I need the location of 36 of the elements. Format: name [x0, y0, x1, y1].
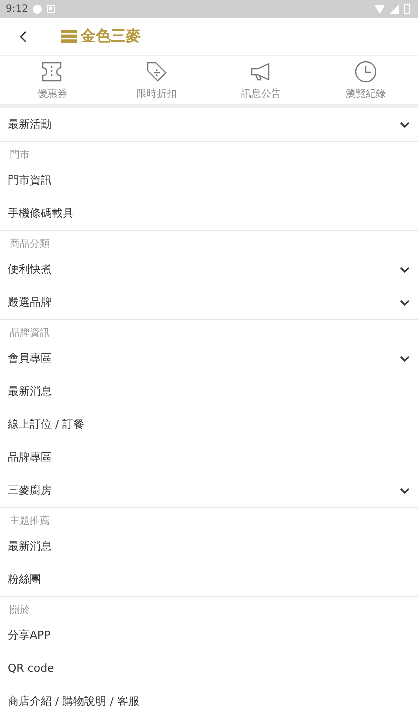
- menu-item[interactable]: 最新活動: [0, 108, 418, 141]
- tag-icon: [144, 60, 169, 84]
- logo-bars-icon: [61, 30, 77, 43]
- section-title: 主題推薦: [9, 514, 51, 529]
- clock-icon: [354, 60, 378, 84]
- menu-item[interactable]: 三麥廚房: [0, 474, 418, 507]
- dot-icon: [33, 4, 42, 14]
- section-title: 品牌資訊: [9, 326, 51, 341]
- status-time: 9:12: [6, 4, 28, 14]
- menu-item[interactable]: 最新消息: [0, 530, 418, 563]
- menu-item[interactable]: 會員專區: [0, 342, 418, 375]
- section-title: 關於: [9, 604, 31, 618]
- menu-item[interactable]: 最新消息: [0, 375, 418, 408]
- menu-item[interactable]: QR code: [0, 652, 418, 685]
- menu-item[interactable]: 手機條碼載具: [0, 197, 418, 230]
- menu-item[interactable]: 門市資訊: [0, 164, 418, 197]
- battery-icon: [404, 4, 410, 14]
- menu-item[interactable]: 線上訂位 / 訂餐: [0, 408, 418, 441]
- signal-icon: [390, 4, 399, 14]
- wifi-icon: [375, 4, 385, 14]
- ticket-icon: [40, 60, 64, 84]
- notification-icon: [47, 5, 56, 13]
- menu-item[interactable]: 商店介紹 / 購物說明 / 客服: [0, 685, 418, 710]
- menu-item[interactable]: 分享APP: [0, 619, 418, 652]
- brand-name: 金色三麥: [81, 27, 141, 46]
- section-title: 商品分類: [9, 238, 51, 252]
- shortcut-button[interactable]: 限時折扣: [104, 56, 209, 104]
- section-title: 門市: [9, 148, 31, 163]
- shortcut-button[interactable]: 優惠券: [0, 56, 104, 104]
- menu-item[interactable]: 粉絲團: [0, 563, 418, 596]
- menu-item[interactable]: 嚴選品牌: [0, 286, 418, 319]
- shortcut-button[interactable]: 訊息公告: [209, 56, 314, 104]
- menu-item[interactable]: 品牌專區: [0, 441, 418, 474]
- shortcut-button[interactable]: 瀏覽紀錄: [314, 56, 418, 104]
- back-icon: [20, 30, 27, 42]
- menu-item[interactable]: 便利快煮: [0, 253, 418, 286]
